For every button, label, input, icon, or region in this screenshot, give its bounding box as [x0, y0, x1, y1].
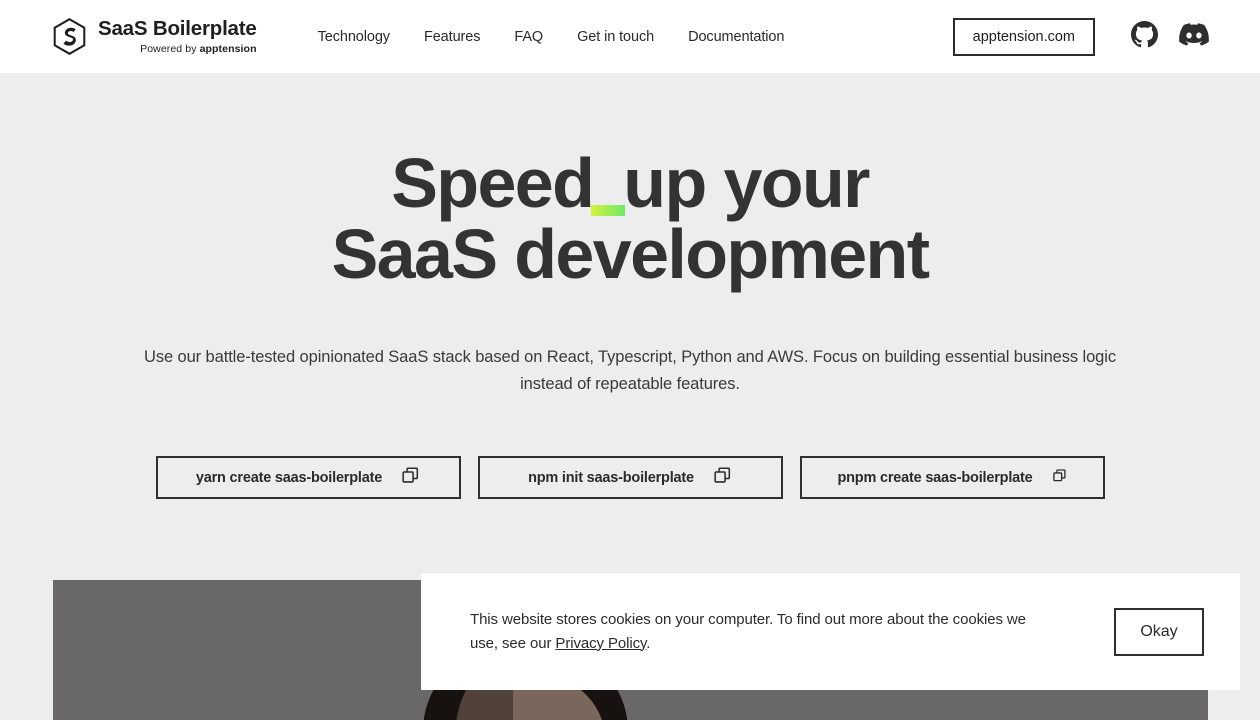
nav-link-documentation[interactable]: Documentation — [671, 23, 801, 51]
install-command-row: yarn create saas-boilerplate npm init sa… — [0, 456, 1260, 499]
green-caret-icon — [591, 205, 626, 216]
github-link[interactable] — [1127, 20, 1161, 54]
hexagon-s-logo-icon — [53, 18, 86, 55]
hero-subtitle: Use our battle-tested opinionated SaaS s… — [144, 348, 1116, 393]
github-icon — [1130, 20, 1158, 53]
nav-link-get-in-touch[interactable]: Get in touch — [560, 23, 671, 51]
hero-title-speed: Speed — [391, 144, 595, 222]
cookie-message: This website stores cookies on your comp… — [470, 608, 1040, 656]
site-header: SaaS Boilerplate Powered by apptension T… — [0, 0, 1260, 73]
brand-powered-prefix: Powered by — [140, 42, 200, 55]
copy-command-npm[interactable]: npm init saas-boilerplate — [477, 456, 783, 499]
brand-logo-link[interactable]: SaaS Boilerplate Powered by apptension — [53, 18, 257, 55]
main-nav: Technology Features FAQ Get in touch Doc… — [301, 23, 802, 51]
copy-icon — [714, 466, 732, 489]
command-label-yarn: yarn create saas-boilerplate — [195, 469, 383, 486]
copy-command-pnpm[interactable]: pnpm create saas-boilerplate — [799, 456, 1105, 499]
hero-section: Speed up your SaaS development Use our ba… — [0, 73, 1260, 499]
command-label-npm: npm init saas-boilerplate — [528, 469, 694, 486]
brand-powered-company: apptension — [199, 42, 257, 55]
discord-link[interactable] — [1177, 20, 1211, 54]
nav-link-features[interactable]: Features — [407, 23, 497, 51]
brand-title: SaaS Boilerplate — [98, 17, 257, 40]
cookie-consent-banner: This website stores cookies on your comp… — [421, 573, 1240, 690]
hero-title-up-your: up your — [623, 144, 870, 222]
cookie-accept-button[interactable]: Okay — [1114, 607, 1204, 656]
header-actions: apptension.com — [952, 17, 1211, 56]
apptension-site-button[interactable]: apptension.com — [952, 17, 1095, 56]
cookie-message-after: . — [646, 634, 651, 652]
copy-command-yarn[interactable]: yarn create saas-boilerplate — [155, 456, 461, 499]
copy-icon — [402, 466, 420, 489]
brand-powered-by: Powered by apptension — [98, 42, 257, 55]
privacy-policy-link[interactable]: Privacy Policy — [555, 635, 646, 652]
brand-text: SaaS Boilerplate Powered by apptension — [98, 17, 257, 55]
nav-link-faq[interactable]: FAQ — [497, 23, 560, 51]
page-title: Speed up your SaaS development — [0, 148, 1260, 290]
hero-title-line-2: SaaS development — [331, 215, 930, 293]
discord-icon — [1179, 22, 1209, 51]
hero-title-line-1: Speed up your — [391, 148, 870, 219]
cookie-message-before: This website stores cookies on your comp… — [470, 610, 1026, 652]
nav-link-technology[interactable]: Technology — [301, 23, 407, 51]
copy-icon — [1052, 468, 1067, 487]
command-label-pnpm: pnpm create saas-boilerplate — [837, 469, 1033, 486]
